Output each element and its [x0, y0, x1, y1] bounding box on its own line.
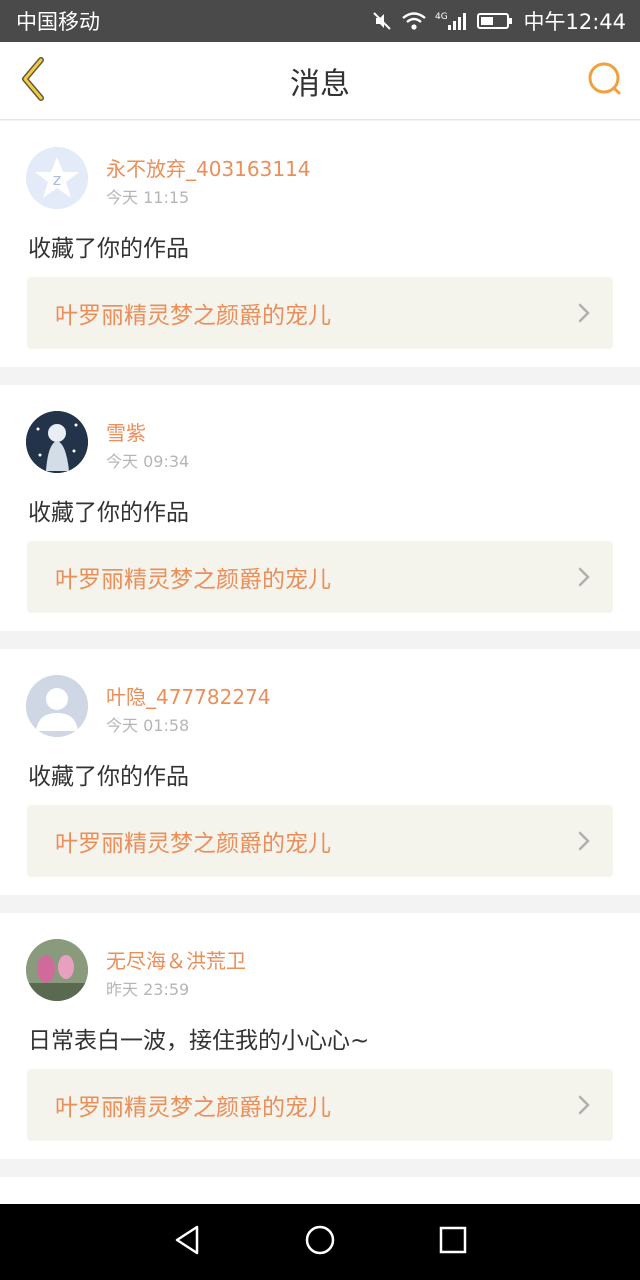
chevron-left-icon — [17, 56, 51, 106]
home-circle-icon — [304, 1224, 336, 1260]
system-nav-bar — [0, 1204, 640, 1280]
message-list: z 永不放弃_403163114 今天 11:15 收藏了你的作品 叶罗丽精灵梦… — [0, 121, 640, 1217]
default-qq-avatar-icon: z — [26, 147, 88, 209]
anime-character-avatar-icon — [26, 411, 88, 473]
avatar[interactable]: z — [26, 147, 88, 209]
message-time: 昨天 23:59 — [106, 980, 190, 999]
battery-icon — [477, 11, 513, 31]
work-link[interactable]: 叶罗丽精灵梦之颜爵的宠儿 — [27, 277, 613, 349]
message-text: 收藏了你的作品 — [28, 236, 189, 262]
user-name[interactable]: 雪紫 — [106, 417, 146, 446]
carrier-label: 中国移动 — [16, 10, 100, 34]
message-text: 收藏了你的作品 — [28, 764, 189, 790]
message-text: 日常表白一波，接住我的小心心~ — [28, 1028, 370, 1054]
message-card: 雪紫 今天 09:34 收藏了你的作品 叶罗丽精灵梦之颜爵的宠儿 — [0, 385, 640, 631]
back-triangle-icon — [172, 1224, 202, 1260]
message-card: z 永不放弃_403163114 今天 11:15 收藏了你的作品 叶罗丽精灵梦… — [0, 121, 640, 367]
nav-back-button[interactable] — [162, 1217, 212, 1267]
svg-text:z: z — [53, 170, 61, 189]
message-card: 无尽海＆洪荒卫 昨天 23:59 日常表白一波，接住我的小心心~ 叶罗丽精灵梦之… — [0, 913, 640, 1159]
work-title: 叶罗丽精灵梦之颜爵的宠儿 — [55, 831, 331, 857]
avatar[interactable] — [26, 939, 88, 1001]
nav-home-button[interactable] — [295, 1217, 345, 1267]
work-link[interactable]: 叶罗丽精灵梦之颜爵的宠儿 — [27, 541, 613, 613]
back-button[interactable] — [14, 56, 54, 106]
work-title: 叶罗丽精灵梦之颜爵的宠儿 — [55, 1095, 331, 1121]
chevron-right-icon — [577, 302, 591, 324]
user-name[interactable]: 无尽海＆洪荒卫 — [106, 945, 246, 974]
app-header: 消息 — [0, 42, 640, 120]
status-right: 4G 中午12:44 — [371, 6, 626, 36]
network-label: 4G — [435, 12, 448, 22]
clock-label: 中午12:44 — [523, 10, 626, 34]
user-name[interactable]: 永不放弃_403163114 — [106, 153, 311, 182]
status-icons: 4G — [371, 10, 513, 32]
work-link[interactable]: 叶罗丽精灵梦之颜爵的宠儿 — [27, 805, 613, 877]
chevron-right-icon — [577, 1094, 591, 1116]
chevron-right-icon — [577, 566, 591, 588]
message-card: 叶隐_477782274 今天 01:58 收藏了你的作品 叶罗丽精灵梦之颜爵的… — [0, 649, 640, 895]
message-time: 今天 01:58 — [106, 716, 190, 735]
avatar[interactable] — [26, 411, 88, 473]
recents-square-icon — [438, 1225, 468, 1259]
page-title: 消息 — [290, 66, 350, 102]
work-title: 叶罗丽精灵梦之颜爵的宠儿 — [55, 567, 331, 593]
avatar[interactable] — [26, 675, 88, 737]
search-button[interactable] — [586, 62, 624, 100]
user-name[interactable]: 叶隐_477782274 — [106, 681, 271, 710]
message-time: 今天 09:34 — [106, 452, 190, 471]
work-title: 叶罗丽精灵梦之颜爵的宠儿 — [55, 303, 331, 329]
photo-avatar-icon — [26, 939, 88, 1001]
status-bar: 中国移动 4G 中午12:44 — [0, 0, 640, 42]
message-time: 今天 11:15 — [106, 188, 190, 207]
mute-icon — [371, 10, 393, 32]
nav-recents-button[interactable] — [428, 1217, 478, 1267]
signal-icon: 4G — [435, 10, 469, 32]
chevron-right-icon — [577, 830, 591, 852]
default-person-avatar-icon — [26, 675, 88, 737]
work-link[interactable]: 叶罗丽精灵梦之颜爵的宠儿 — [27, 1069, 613, 1141]
search-icon — [587, 61, 623, 101]
message-text: 收藏了你的作品 — [28, 500, 189, 526]
wifi-icon — [401, 10, 427, 32]
